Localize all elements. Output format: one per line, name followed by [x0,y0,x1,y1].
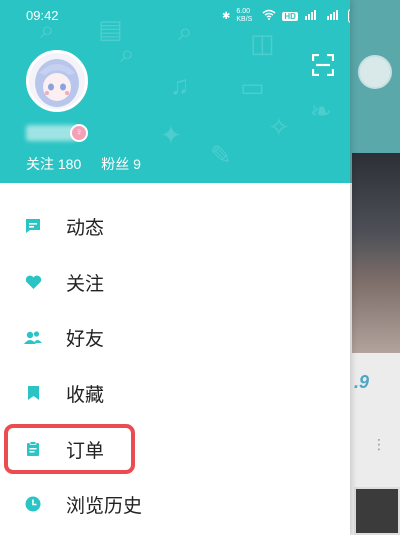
drawer-header: ⌕ ⌕ ⌕ ▤ ♫ ▭ ◫ ✦ ✎ ✧ ❧ 09:42 ✱ 6.00 KB/S … [0,0,350,183]
status-bar: 09:42 ✱ 6.00 KB/S HD 82 [0,6,350,28]
fans-count[interactable]: 粉丝 9 [101,154,141,174]
pattern-ticket-icon: ▭ [240,72,265,102]
battery-indicator: 82 [347,9,350,23]
bookmark-icon [24,384,42,402]
hd-badge: HD [282,11,298,21]
pattern-tag-icon: ✎ [210,140,232,170]
clock-icon [24,495,42,513]
menu-item-label: 关注 [66,273,105,295]
signal-icon-2 [326,9,342,23]
profile-stats: 关注 180 粉丝 9 [26,154,141,174]
following-count[interactable]: 关注 180 [26,154,81,174]
background-dot: ⋮ [372,436,386,452]
highlight-box [4,424,135,474]
status-time: 09:42 [26,8,59,23]
menu-item-label: 浏览历史 [66,495,143,517]
status-icons: ✱ 6.00 KB/S HD 82 [222,6,350,26]
username-blurred [26,125,76,141]
background-number: .9 [354,372,370,392]
bluetooth-icon: ✱ [222,10,231,22]
navigation-drawer: ⌕ ⌕ ⌕ ▤ ♫ ▭ ◫ ✦ ✎ ✧ ❧ 09:42 ✱ 6.00 KB/S … [0,0,350,535]
menu-item-feed[interactable]: 动态 [0,201,350,251]
menu-item-friends[interactable]: 好友 [0,312,350,362]
female-gender-icon: ♀ [70,124,88,142]
background-app: .9 ⋮ [350,0,400,535]
background-photo [352,153,400,353]
signal-icon [304,9,320,23]
menu-item-label: 动态 [66,217,105,239]
background-photo-2 [354,487,400,535]
menu-item-history[interactable]: 浏览历史 [0,479,350,529]
heart-icon [24,273,42,291]
pattern-leaf-icon: ❧ [310,96,332,126]
scan-qr-icon[interactable] [311,53,335,77]
avatar[interactable] [26,50,88,112]
wifi-icon [262,9,276,23]
users-icon [24,328,42,346]
background-avatar [358,55,392,89]
menu-item-favorites[interactable]: 收藏 [0,368,350,418]
message-square-icon [24,217,42,235]
menu-item-following[interactable]: 关注 [0,257,350,307]
menu-item-label: 好友 [66,328,105,350]
pattern-pin-icon: ✧ [268,112,290,142]
network-speed: 6.00 KB/S [236,8,253,23]
pattern-game-icon: ◫ [250,28,275,58]
pattern-music-icon: ♫ [170,70,190,100]
menu-item-label: 收藏 [66,384,105,406]
pattern-star-icon: ✦ [160,120,182,150]
